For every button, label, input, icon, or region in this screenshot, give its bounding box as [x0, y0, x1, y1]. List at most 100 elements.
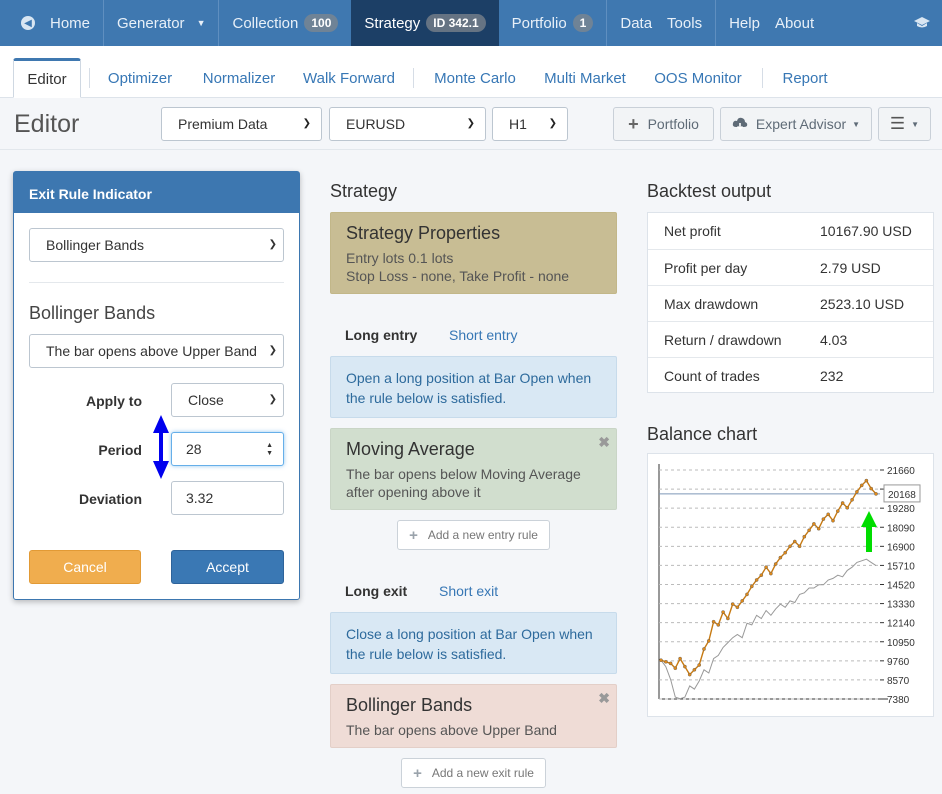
tab-short-exit[interactable]: Short exit — [439, 583, 498, 599]
number-spinner-icon[interactable]: ▲ ▼ — [266, 442, 273, 458]
strategy-properties-card[interactable]: Strategy Properties Entry lots 0.1 lots … — [330, 212, 617, 294]
balance-point — [773, 562, 778, 566]
entry-rule-card[interactable]: Moving Average The bar opens below Movin… — [330, 428, 617, 510]
indicator-select[interactable]: Bollinger Bands ❯ — [29, 228, 284, 262]
remove-rule-icon[interactable]: ✖ — [598, 690, 610, 707]
tick-label: 19280 — [887, 504, 915, 515]
deviation-input[interactable]: 3.32 — [171, 481, 284, 515]
balance-point — [778, 555, 783, 560]
balance-point — [855, 490, 859, 494]
chevron-down-icon: ❯ — [302, 118, 311, 129]
stat-label: Profit per day — [664, 260, 748, 276]
nav-tools[interactable]: Tools — [665, 0, 715, 46]
caret-down-icon: ▼ — [911, 119, 920, 129]
caret-down-icon[interactable]: ▼ — [197, 18, 206, 28]
nav-data-label: Data — [620, 14, 653, 32]
nav-home[interactable]: ◀ Home — [0, 0, 103, 46]
nav-generator[interactable]: Generator ▼ — [104, 0, 218, 46]
balance-point — [845, 506, 850, 510]
deviation-input-value: 3.32 — [186, 490, 214, 506]
plus-icon: + — [413, 764, 422, 782]
stat-label: Count of trades — [664, 368, 760, 384]
exit-rule-card[interactable]: Bollinger Bands The bar opens above Uppe… — [330, 684, 617, 748]
balance-point — [807, 528, 811, 533]
nav-collection[interactable]: Collection 100 — [219, 0, 351, 46]
tab-oos-monitor[interactable]: OOS Monitor — [648, 58, 748, 98]
data-source-value: Premium Data — [178, 116, 268, 132]
balance-point — [702, 647, 706, 651]
apply-to-label: Apply to — [86, 393, 142, 409]
tab-editor[interactable]: Editor — [13, 58, 81, 98]
period-input[interactable]: 28 ▲ ▼ — [171, 432, 284, 466]
menu-button[interactable]: ☰ ▼ — [878, 107, 931, 141]
exit-rule-title: Bollinger Bands — [346, 695, 473, 715]
vertical-double-arrow-icon — [153, 415, 169, 479]
add-entry-rule-button[interactable]: + Add a new entry rule — [397, 520, 550, 550]
tab-normalizer[interactable]: Normalizer — [195, 58, 283, 98]
portfolio-count-badge: 1 — [572, 14, 594, 32]
tab-optimizer[interactable]: Optimizer — [100, 58, 180, 98]
chevron-down-icon: ❯ — [548, 118, 557, 129]
balance-point — [797, 544, 802, 549]
nav-strategy[interactable]: Strategy ID 342.1 — [351, 0, 499, 46]
tick-label: 13330 — [887, 600, 915, 611]
tick-label: 8570 — [887, 676, 910, 687]
balance-chart: 2166020470192801809016900157101452013330… — [658, 464, 921, 706]
balance-point — [659, 658, 663, 662]
table-row: Profit per day 2.79 USD — [648, 249, 933, 285]
accept-button[interactable]: Accept — [171, 550, 284, 584]
chevron-down-icon: ❯ — [266, 345, 277, 356]
tab-short-entry[interactable]: Short entry — [449, 327, 517, 343]
apply-to-select[interactable]: Close ❯ — [171, 383, 284, 417]
tick-label: 7380 — [887, 695, 910, 706]
logic-select[interactable]: The bar opens above Upper Band ❯ — [29, 334, 284, 368]
remove-rule-icon[interactable]: ✖ — [598, 434, 610, 451]
editor-tabbar: Editor Optimizer Normalizer Walk Forward… — [0, 46, 942, 98]
tab-long-entry[interactable]: Long entry — [345, 327, 417, 343]
hamburger-icon: ☰ — [889, 114, 906, 133]
page-title: Editor — [14, 110, 80, 138]
stat-value: 232 — [820, 368, 844, 384]
exit-rule-line1: The bar opens above Upper Band — [346, 722, 557, 738]
period-select[interactable]: H1 ❯ — [492, 107, 568, 141]
nav-portfolio[interactable]: Portfolio 1 — [499, 0, 607, 46]
tab-long-exit[interactable]: Long exit — [345, 583, 407, 599]
balance-point — [812, 522, 816, 526]
tab-monte-carlo[interactable]: Monte Carlo — [426, 58, 524, 98]
cancel-button[interactable]: Cancel — [29, 550, 141, 584]
tab-walk-forward[interactable]: Walk Forward — [297, 58, 401, 98]
balance-point — [740, 599, 744, 603]
strategy-heading: Strategy — [330, 181, 398, 201]
balance-point — [850, 498, 854, 502]
graduation-cap-icon[interactable] — [902, 0, 942, 46]
add-exit-rule-button[interactable]: + Add a new exit rule — [401, 758, 546, 788]
expert-advisor-button[interactable]: Expert Advisor ▼ — [720, 107, 872, 141]
symbol-select[interactable]: EURUSD ❯ — [329, 107, 486, 141]
nav-strategy-label: Strategy — [364, 14, 421, 32]
expert-advisor-label: Expert Advisor — [755, 116, 847, 132]
balance-point — [859, 483, 864, 488]
nav-about[interactable]: About — [773, 0, 827, 46]
chevron-down-icon: ❯ — [266, 394, 277, 405]
balance-point — [788, 544, 792, 549]
portfolio-button-label: Portfolio — [647, 116, 699, 132]
add-to-portfolio-button[interactable]: + Portfolio — [613, 107, 714, 141]
tick-label: 14520 — [887, 581, 915, 592]
data-source-select[interactable]: Premium Data ❯ — [161, 107, 322, 141]
balance-point — [745, 592, 749, 597]
balance-point — [802, 534, 807, 539]
balance-point — [764, 565, 768, 569]
period-input-value: 28 — [186, 441, 202, 457]
tab-multi-market[interactable]: Multi Market — [538, 58, 632, 98]
balance-point — [769, 571, 773, 576]
deviation-label: Deviation — [78, 491, 142, 507]
caret-down-icon: ▼ — [852, 119, 861, 129]
tab-report[interactable]: Report — [775, 58, 835, 98]
strategy-properties-title: Strategy Properties — [346, 223, 501, 243]
chevron-down-icon: ❯ — [466, 118, 475, 129]
nav-help[interactable]: Help — [716, 0, 773, 46]
balance-point — [678, 656, 682, 661]
balance-point — [750, 584, 754, 589]
balance-chart-panel: 2166020470192801809016900157101452013330… — [647, 453, 934, 717]
nav-data[interactable]: Data — [607, 0, 665, 46]
